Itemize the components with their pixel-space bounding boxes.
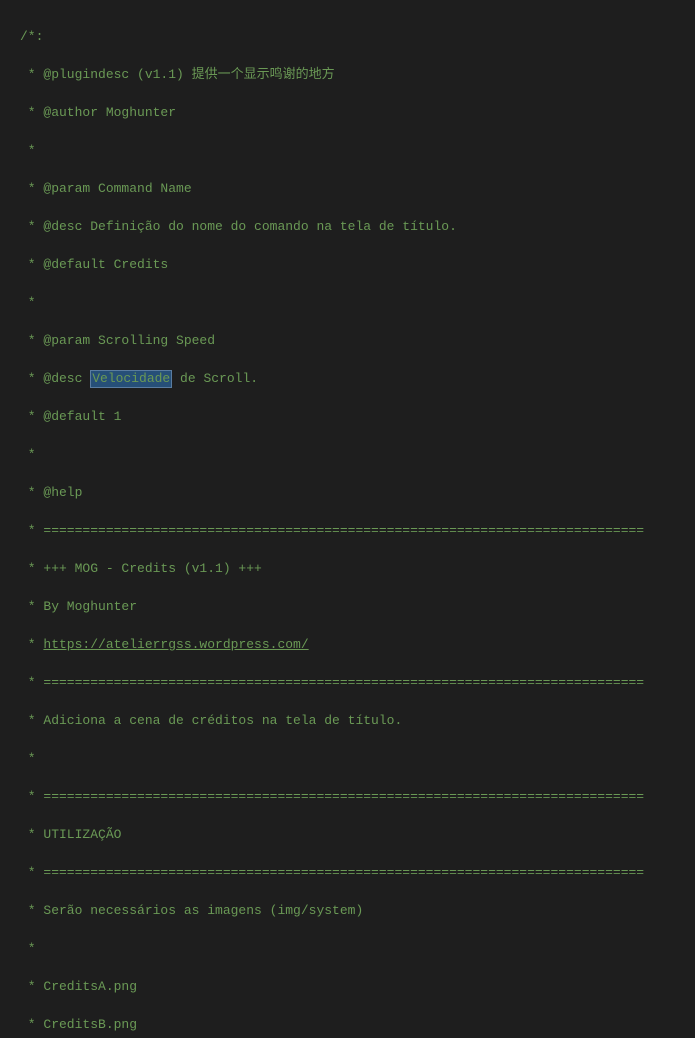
code-line: * CreditsA.png [20, 979, 137, 994]
code-line: * UTILIZAÇÃO [20, 827, 121, 842]
code-line: * @default Credits [20, 257, 168, 272]
code-line: * [20, 941, 36, 956]
code-line: * @default 1 [20, 409, 121, 424]
code-line: * @desc Velocidade de Scroll. [20, 371, 258, 386]
url-link[interactable]: https://atelierrgss.wordpress.com/ [43, 637, 308, 652]
code-line: * CreditsB.png [20, 1017, 137, 1032]
code-line: * ======================================… [20, 523, 644, 538]
code-line: * By Moghunter [20, 599, 145, 614]
code-line: * @desc Definição do nome do comando na … [20, 219, 457, 234]
code-line: /*: [20, 29, 43, 44]
code-line: * ======================================… [20, 675, 644, 690]
code-line: * ======================================… [20, 789, 644, 804]
code-line: * @param Scrolling Speed [20, 333, 215, 348]
code-line: * Serão necessários as imagens (img/syst… [20, 903, 363, 918]
code-line: * [20, 751, 36, 766]
code-line: * @author Moghunter [20, 105, 176, 120]
code-line: * +++ MOG - Credits (v1.1) +++ [20, 561, 262, 576]
code-line: * [20, 447, 36, 462]
code-line: * [20, 295, 36, 310]
code-line: * @param Command Name [20, 181, 192, 196]
code-line: * https://atelierrgss.wordpress.com/ [20, 637, 309, 652]
code-line: * @help [20, 485, 98, 500]
selected-text[interactable]: Velocidade [90, 370, 172, 388]
code-line: * Adiciona a cena de créditos na tela de… [20, 713, 402, 728]
code-block: /*: * @plugindesc (v1.1) 提供一个显示鸣谢的地方 * @… [20, 0, 695, 1038]
code-line: * @plugindesc (v1.1) 提供一个显示鸣谢的地方 [20, 67, 335, 82]
code-line: * ======================================… [20, 865, 644, 880]
code-line: * [20, 143, 43, 158]
